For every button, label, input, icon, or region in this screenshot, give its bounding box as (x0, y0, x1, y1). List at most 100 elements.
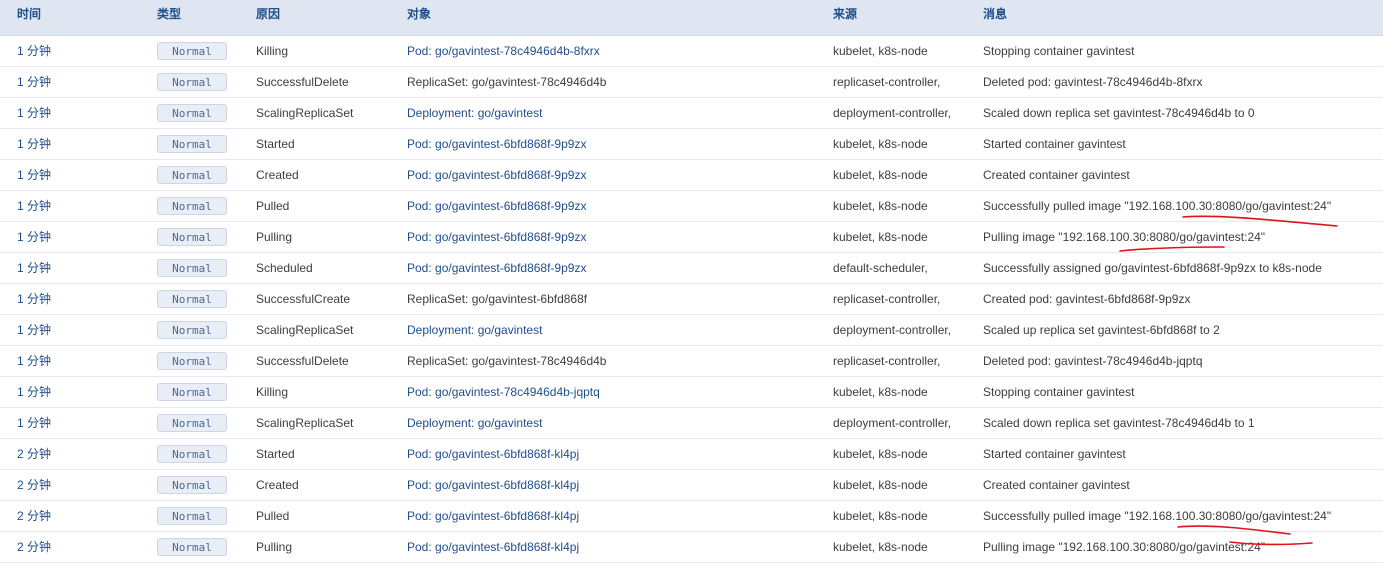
event-reason: Pulled (256, 509, 290, 523)
event-message: Successfully pulled image "192.168.100.3… (983, 199, 1332, 213)
event-time: 1 分钟 (17, 199, 52, 213)
header-source[interactable]: 来源 (833, 0, 857, 28)
header-time[interactable]: 时间 (17, 0, 41, 28)
event-time: 1 分钟 (17, 168, 52, 182)
event-type-badge: Normal (157, 538, 227, 556)
event-reason: Killing (256, 385, 289, 399)
event-message: Created container gavintest (983, 478, 1130, 492)
table-row: 1 分钟 Normal Pulled Pod: go/gavintest-6bfd86… (0, 191, 1383, 222)
event-time: 2 分钟 (17, 540, 52, 554)
event-object: ReplicaSet: go/gavintest-78c4946d4b (407, 75, 607, 89)
event-object-link[interactable]: Pod: go/gavintest-6bfd868f-kl4pj (407, 532, 579, 562)
event-source: replicaset-controller, (833, 292, 941, 306)
event-reason: SuccessfulDelete (256, 354, 349, 368)
table-row: 1 分钟 Normal ScalingReplicaSet Deployment: g… (0, 98, 1383, 129)
table-row: 2 分钟 Normal Started Pod: go/gavintest-6bfd8… (0, 439, 1383, 470)
event-type-cell: Normal (157, 191, 227, 221)
event-type-cell: Normal (157, 408, 227, 438)
event-message: Scaled up replica set gavintest-6bfd868f… (983, 323, 1220, 337)
event-time: 1 分钟 (17, 416, 52, 430)
event-message: Successfully pulled image "192.168.100.3… (983, 509, 1332, 523)
event-type-cell: Normal (157, 439, 227, 469)
event-object-link[interactable]: Pod: go/gavintest-6bfd868f-kl4pj (407, 470, 579, 500)
table-row: 1 分钟 Normal Scheduled Pod: go/gavintest-6bf… (0, 253, 1383, 284)
event-type-badge: Normal (157, 321, 227, 339)
table-row: 1 分钟 Normal SuccessfulDelete ReplicaSet: go… (0, 346, 1383, 377)
event-type-cell: Normal (157, 501, 227, 531)
table-row: 1 分钟 Normal Created Pod: go/gavintest-6bfd8… (0, 160, 1383, 191)
event-type-cell: Normal (157, 470, 227, 500)
event-object-link[interactable]: Pod: go/gavintest-6bfd868f-9p9zx (407, 253, 586, 283)
event-time: 1 分钟 (17, 137, 52, 151)
event-type-cell: Normal (157, 284, 227, 314)
event-message: Pulling image "192.168.100.30:8080/go/ga… (983, 540, 1266, 554)
event-reason: Pulled (256, 199, 290, 213)
event-source: kubelet, k8s-node (833, 137, 928, 151)
event-time: 1 分钟 (17, 44, 52, 58)
header-type[interactable]: 类型 (157, 0, 181, 28)
table-row: 1 分钟 Normal SuccessfulCreate ReplicaSet: go… (0, 284, 1383, 315)
event-object-link[interactable]: Pod: go/gavintest-6bfd868f-9p9zx (407, 160, 586, 190)
event-source: kubelet, k8s-node (833, 44, 928, 58)
events-table: 时间 类型 原因 对象 来源 消息 1 分钟 Normal Killing Pod: … (0, 0, 1383, 563)
event-message: Stopping container gavintest (983, 44, 1135, 58)
event-type-badge: Normal (157, 166, 227, 184)
event-reason: ScalingReplicaSet (256, 106, 354, 120)
event-reason: Killing (256, 44, 289, 58)
event-reason: Scheduled (256, 261, 313, 275)
event-type-cell: Normal (157, 377, 227, 407)
event-object-link[interactable]: Pod: go/gavintest-6bfd868f-9p9zx (407, 222, 586, 252)
event-type-badge: Normal (157, 42, 227, 60)
event-time: 1 分钟 (17, 75, 52, 89)
event-object-link[interactable]: Pod: go/gavintest-6bfd868f-9p9zx (407, 129, 586, 159)
event-time: 1 分钟 (17, 106, 52, 120)
event-message: Started container gavintest (983, 447, 1126, 461)
event-time: 1 分钟 (17, 354, 52, 368)
event-reason: SuccessfulCreate (256, 292, 351, 306)
event-message: Created pod: gavintest-6bfd868f-9p9zx (983, 292, 1191, 306)
event-type-badge: Normal (157, 290, 227, 308)
event-object-link[interactable]: Deployment: go/gavintest (407, 98, 542, 128)
event-object-link[interactable]: Pod: go/gavintest-6bfd868f-kl4pj (407, 501, 579, 531)
event-object-link[interactable]: Deployment: go/gavintest (407, 408, 542, 438)
event-type-cell: Normal (157, 253, 227, 283)
event-message: Successfully assigned go/gavintest-6bfd8… (983, 261, 1322, 275)
event-reason: Pulling (256, 540, 293, 554)
event-type-badge: Normal (157, 383, 227, 401)
header-reason[interactable]: 原因 (256, 0, 280, 28)
event-type-badge: Normal (157, 73, 227, 91)
event-type-badge: Normal (157, 352, 227, 370)
header-message[interactable]: 消息 (983, 0, 1007, 28)
event-reason: ScalingReplicaSet (256, 416, 354, 430)
event-type-badge: Normal (157, 259, 227, 277)
event-source: kubelet, k8s-node (833, 168, 928, 182)
event-type-cell: Normal (157, 67, 227, 97)
event-object-link[interactable]: Pod: go/gavintest-6bfd868f-9p9zx (407, 191, 586, 221)
event-message: Scaled down replica set gavintest-78c494… (983, 106, 1255, 120)
event-time: 1 分钟 (17, 385, 52, 399)
event-type-cell: Normal (157, 532, 227, 562)
event-object: ReplicaSet: go/gavintest-6bfd868f (407, 292, 588, 306)
event-type-cell: Normal (157, 129, 227, 159)
event-time: 2 分钟 (17, 447, 52, 461)
event-time: 1 分钟 (17, 292, 52, 306)
table-row: 2 分钟 Normal Pulling Pod: go/gavintest-6bfd8… (0, 532, 1383, 563)
event-object-link[interactable]: Pod: go/gavintest-78c4946d4b-jqptq (407, 377, 600, 407)
event-reason: SuccessfulDelete (256, 75, 349, 89)
event-message: Deleted pod: gavintest-78c4946d4b-jqptq (983, 354, 1203, 368)
header-object[interactable]: 对象 (407, 0, 431, 28)
table-row: 1 分钟 Normal Started Pod: go/gavintest-6bfd8… (0, 129, 1383, 160)
event-object: ReplicaSet: go/gavintest-78c4946d4b (407, 354, 607, 368)
event-object-link[interactable]: Pod: go/gavintest-78c4946d4b-8fxrx (407, 36, 600, 66)
event-object-link[interactable]: Deployment: go/gavintest (407, 315, 542, 345)
event-type-badge: Normal (157, 228, 227, 246)
event-object-link[interactable]: Pod: go/gavintest-6bfd868f-kl4pj (407, 439, 579, 469)
event-message: Pulling image "192.168.100.30:8080/go/ga… (983, 230, 1266, 244)
event-message: Stopping container gavintest (983, 385, 1135, 399)
event-source: kubelet, k8s-node (833, 385, 928, 399)
table-row: 1 分钟 Normal ScalingReplicaSet Deployment: g… (0, 408, 1383, 439)
event-message: Started container gavintest (983, 137, 1126, 151)
event-type-cell: Normal (157, 315, 227, 345)
event-time: 1 分钟 (17, 323, 52, 337)
event-message: Deleted pod: gavintest-78c4946d4b-8fxrx (983, 75, 1203, 89)
